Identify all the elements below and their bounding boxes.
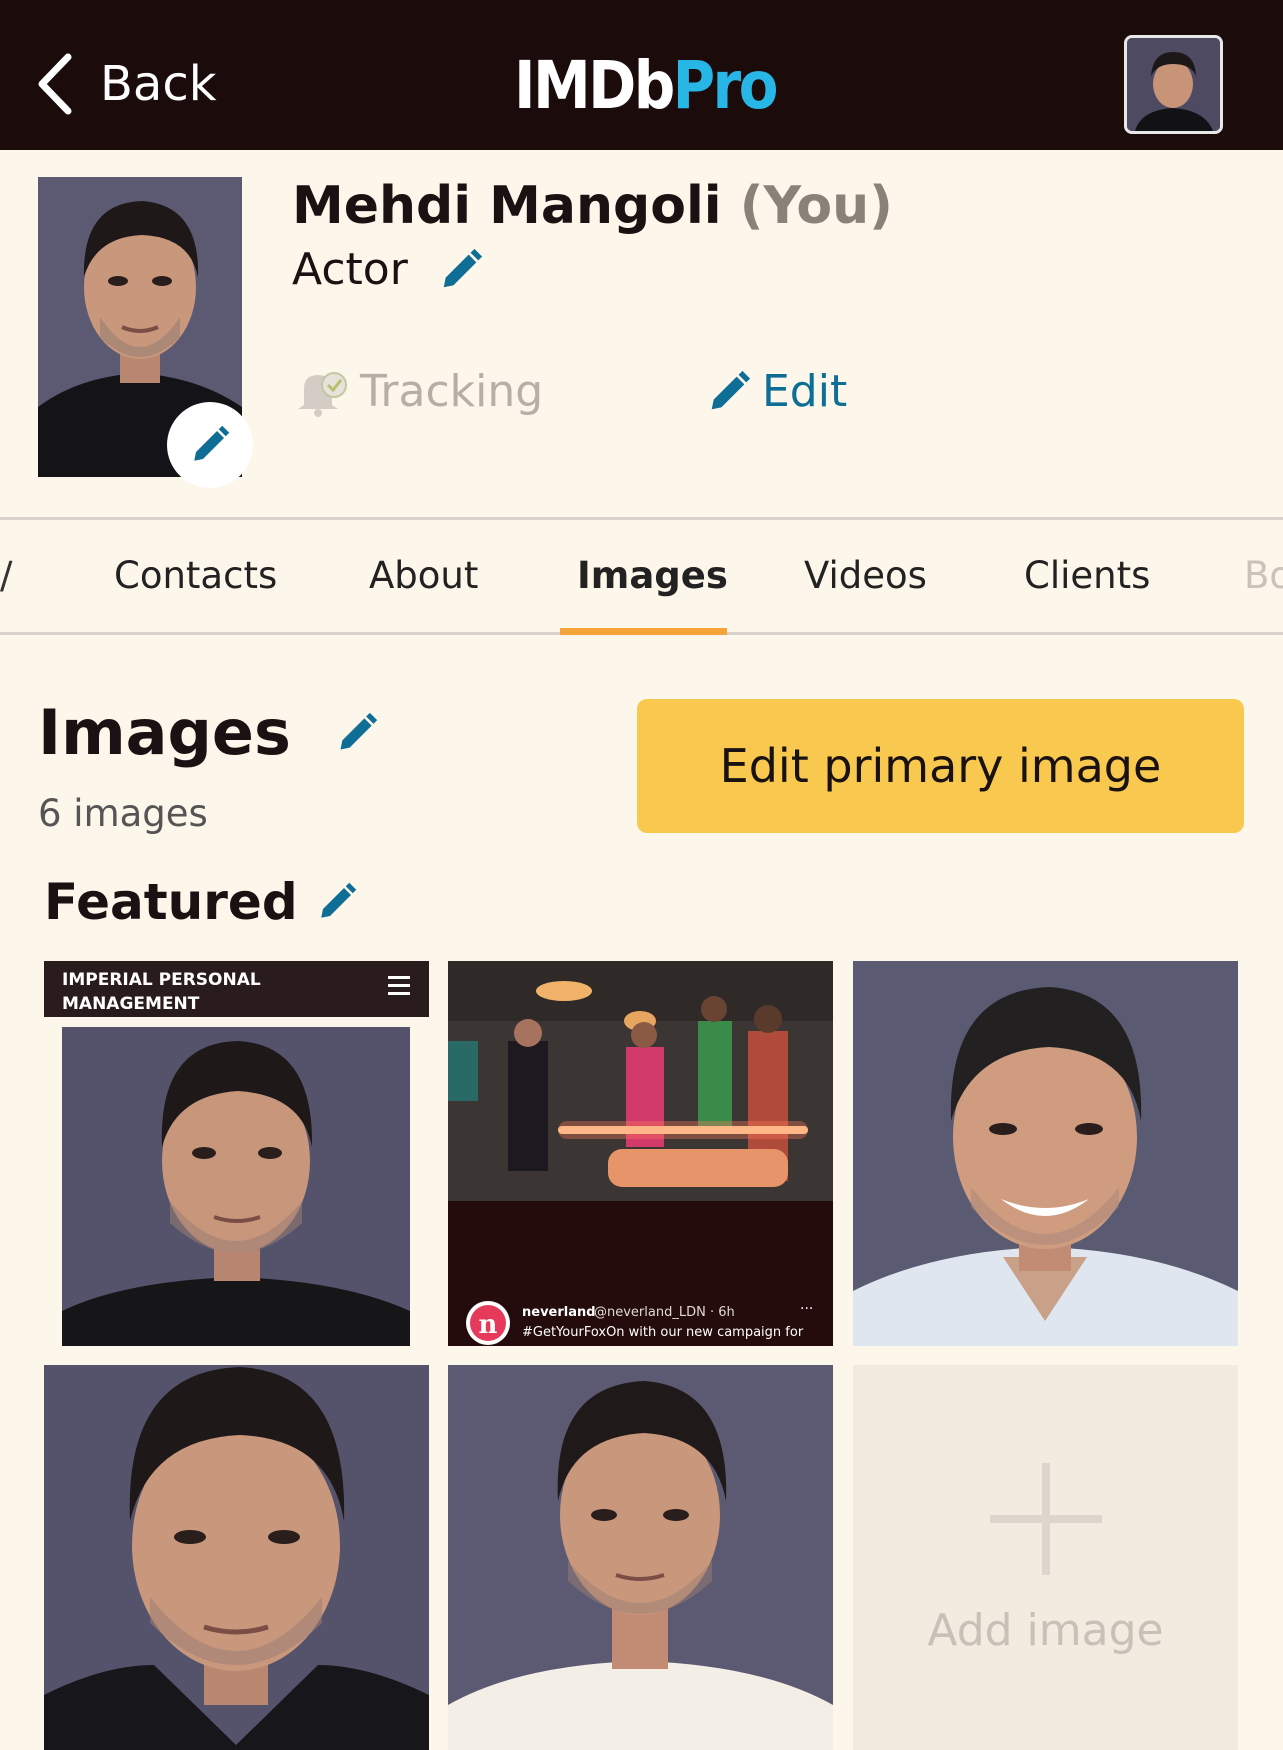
campaign-post-image: n neverland @neverland_LDN · 6h ··· #Get… xyxy=(448,961,833,1346)
you-tag: (You) xyxy=(739,176,893,236)
pencil-icon xyxy=(711,370,751,409)
tab-images[interactable]: Images xyxy=(577,520,728,632)
account-avatar[interactable] xyxy=(1124,35,1223,134)
tracking-button[interactable]: Tracking xyxy=(290,366,543,417)
featured-image-4[interactable] xyxy=(44,1365,429,1750)
images-count: 6 images xyxy=(38,792,208,835)
tab-clients[interactable]: Clients xyxy=(1024,520,1150,632)
pencil-icon[interactable] xyxy=(316,881,358,923)
chevron-left-icon xyxy=(38,53,72,115)
featured-heading: Featured xyxy=(44,873,358,931)
tab-partial-left[interactable]: / xyxy=(0,520,12,632)
tracking-label: Tracking xyxy=(360,366,544,417)
edit-label: Edit xyxy=(762,366,848,417)
featured-title-text: Featured xyxy=(44,873,298,931)
menu-icon xyxy=(388,976,410,995)
featured-image-2[interactable]: n neverland @neverland_LDN · 6h ··· #Get… xyxy=(448,961,833,1346)
active-tab-indicator xyxy=(560,628,727,635)
tab-partial-right[interactable]: Bo xyxy=(1244,520,1283,632)
smiling-headshot-image xyxy=(853,961,1238,1346)
headshot-screenshot-image: IMPERIAL PERSONAL MANAGEMENT xyxy=(44,961,429,1346)
closeup-headshot-image xyxy=(44,1365,429,1750)
edit-profile-link[interactable]: Edit xyxy=(706,366,847,417)
featured-image-1[interactable]: IMPERIAL PERSONAL MANAGEMENT xyxy=(44,961,429,1346)
tab-videos[interactable]: Videos xyxy=(804,520,927,632)
add-image-label: Add image xyxy=(927,1605,1164,1656)
add-image-tile[interactable]: Add image xyxy=(853,1365,1238,1750)
profile-name: Mehdi Mangoli (You) xyxy=(292,176,893,236)
banner-line-1: IMPERIAL PERSONAL xyxy=(62,970,261,990)
post-account: neverland xyxy=(522,1305,596,1320)
images-title-text: Images xyxy=(38,696,291,769)
avatar-portrait xyxy=(1127,38,1220,131)
pencil-icon[interactable] xyxy=(335,711,379,755)
imdbpro-logo: IMDbPro xyxy=(514,47,779,124)
pencil-icon[interactable] xyxy=(438,247,484,293)
tab-contacts[interactable]: Contacts xyxy=(114,520,277,632)
tab-about[interactable]: About xyxy=(369,520,478,632)
svg-text:n: n xyxy=(479,1310,498,1340)
top-bar: Back IMDbPro xyxy=(0,0,1283,150)
back-label: Back xyxy=(100,56,217,112)
logo-pro-text: Pro xyxy=(672,47,779,124)
logo-imdb-text: IMDb xyxy=(514,47,675,124)
white-tshirt-headshot-image xyxy=(448,1365,833,1750)
bell-check-icon xyxy=(298,371,347,417)
edit-primary-image-button[interactable]: Edit primary image xyxy=(637,699,1244,833)
photo-edit-button[interactable] xyxy=(167,402,253,488)
post-caption: #GetYourFoxOn with our new campaign for xyxy=(522,1325,804,1340)
images-section-title: Images xyxy=(38,696,379,769)
pencil-icon xyxy=(194,425,230,461)
plus-icon xyxy=(989,1463,1102,1575)
role-text: Actor xyxy=(292,244,408,295)
back-button[interactable]: Back xyxy=(36,50,217,118)
banner-line-2: MANAGEMENT xyxy=(62,994,200,1014)
profile-name-text: Mehdi Mangoli xyxy=(292,176,722,236)
section-tabs: / Contacts About Images Videos Clients B… xyxy=(0,517,1283,635)
profile-role: Actor xyxy=(292,244,484,295)
featured-image-5[interactable] xyxy=(448,1365,833,1750)
svg-text:···: ··· xyxy=(800,1301,813,1317)
post-handle: @neverland_LDN · 6h xyxy=(594,1305,735,1320)
featured-image-3[interactable] xyxy=(853,961,1238,1346)
